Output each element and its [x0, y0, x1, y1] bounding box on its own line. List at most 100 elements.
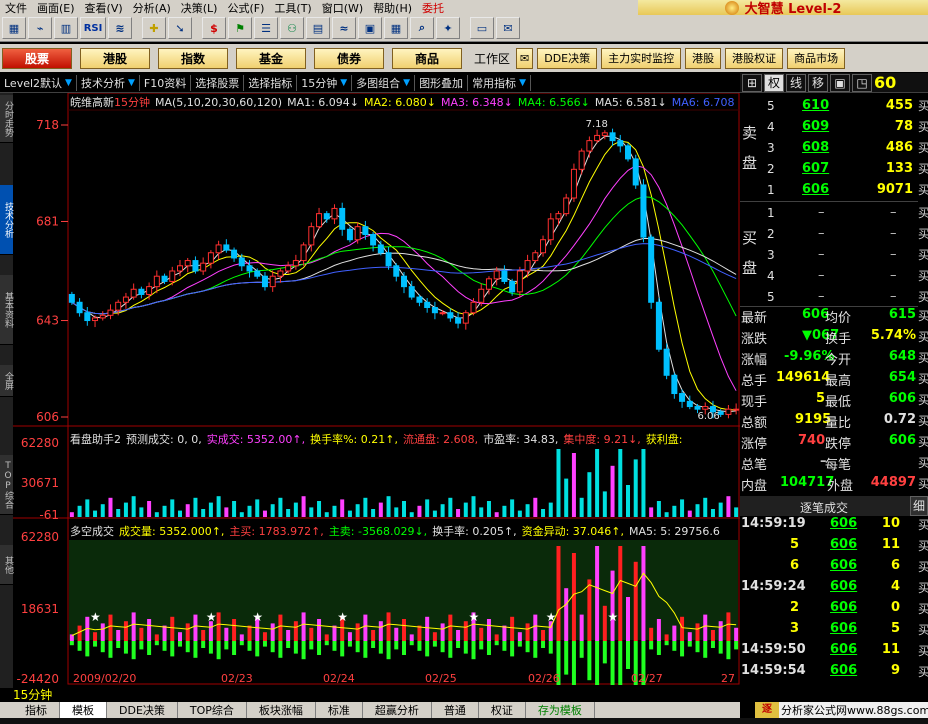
analysis-item-2[interactable]: F10资料	[140, 74, 192, 91]
chart-grid-icon[interactable]: ▦	[2, 17, 26, 39]
buy-edge-tab[interactable]: 买	[918, 516, 928, 533]
search-icon[interactable]: ⌕	[410, 17, 434, 39]
left-tab-2[interactable]: 基本资料	[0, 275, 13, 345]
market-button-3[interactable]: 基金	[236, 47, 306, 69]
menu-item-9[interactable]: 委托	[417, 0, 449, 16]
menu-item-6[interactable]: 工具(T)	[269, 0, 316, 16]
buy-edge-tab[interactable]: 买	[918, 204, 928, 221]
bottom-tab-9[interactable]: 存为模板	[526, 702, 595, 718]
bottom-tab-2[interactable]: DDE决策	[107, 702, 178, 718]
menu-item-3[interactable]: 分析(A)	[128, 0, 176, 16]
menu-item-2[interactable]: 查看(V)	[80, 0, 128, 16]
analysis-item-3[interactable]: 选择股票	[191, 74, 245, 91]
analysis-item-6[interactable]: 多图组合 ▼	[352, 74, 416, 91]
left-tab-1[interactable]: 技术分析	[0, 185, 13, 255]
workarea-menu-icon[interactable]: ✉	[516, 47, 534, 69]
message-icon[interactable]: ✉	[496, 17, 520, 39]
bottom-tab-1[interactable]: 模板	[60, 702, 107, 718]
menu-item-0[interactable]: 文件	[0, 0, 32, 16]
document-icon[interactable]: ▭	[470, 17, 494, 39]
bottom-tab-6[interactable]: 超赢分析	[363, 702, 432, 718]
period-indicator[interactable]: 15分钟	[13, 686, 73, 702]
buy-edge-tab[interactable]: 买	[918, 139, 928, 156]
buy-edge-tab[interactable]: 买	[918, 412, 928, 429]
close-panel-icon[interactable]: ◳	[852, 73, 872, 92]
buy-edge-tab[interactable]: 买	[918, 454, 928, 471]
minute-chart-icon[interactable]: ⌁	[28, 17, 52, 39]
analysis-item-8[interactable]: 常用指标 ▼	[468, 74, 531, 91]
list-icon[interactable]: ☰	[254, 17, 278, 39]
wave-icon[interactable]: ≈	[332, 17, 356, 39]
bid-price[interactable]: –	[818, 226, 825, 241]
bid-price[interactable]: –	[818, 205, 825, 220]
market-button-1[interactable]: 港股	[80, 47, 150, 69]
buy-edge-tab[interactable]: 买	[918, 663, 928, 680]
menu-item-8[interactable]: 帮助(H)	[368, 0, 417, 16]
market-button-5[interactable]: 商品	[392, 47, 462, 69]
chart-icon[interactable]: ▤	[306, 17, 330, 39]
quick-button-0[interactable]: DDE决策	[537, 47, 598, 69]
bid-price[interactable]: –	[818, 268, 825, 283]
binoculars-icon[interactable]: ⚇	[280, 17, 304, 39]
buy-edge-tab[interactable]: 买	[918, 267, 928, 284]
crosshair-icon[interactable]: ✚	[142, 17, 166, 39]
buy-edge-tab[interactable]: 买	[918, 391, 928, 408]
bottom-tab-8[interactable]: 权证	[479, 702, 526, 718]
quick-button-2[interactable]: 港股	[685, 47, 722, 69]
buy-edge-tab[interactable]: 买	[918, 475, 928, 492]
bottom-tab-7[interactable]: 普通	[432, 702, 479, 718]
analysis-item-4[interactable]: 选择指标	[244, 74, 298, 91]
tick-detail-button[interactable]: 细	[910, 496, 928, 516]
bid-price[interactable]: –	[818, 247, 825, 262]
quick-button-3[interactable]: 港股权证	[725, 47, 784, 69]
analysis-item-0[interactable]: Level2默认 ▼	[0, 74, 77, 91]
rsi-button[interactable]: RSI	[80, 17, 106, 39]
market-button-2[interactable]: 指数	[158, 47, 228, 69]
bar-chart-icon[interactable]: ▥	[54, 17, 78, 39]
buy-edge-tab[interactable]: 买	[918, 537, 928, 554]
table-icon[interactable]: ▦	[384, 17, 408, 39]
left-tab-0[interactable]: 分时走势	[0, 95, 13, 143]
quote-tab-line[interactable]: 线	[786, 73, 806, 92]
bottom-tab-4[interactable]: 板块涨幅	[247, 702, 316, 718]
buy-edge-tab[interactable]: 买	[918, 579, 928, 596]
kline-chart[interactable]: 皖维高新15分钟 MA(5,10,20,30,60,120) MA1: 6.094↓…	[13, 93, 740, 685]
market-button-0[interactable]: 股票	[2, 47, 72, 69]
menu-item-7[interactable]: 窗口(W)	[317, 0, 368, 16]
indicator-icon[interactable]: ≋	[108, 17, 132, 39]
buy-edge-tab[interactable]: 买	[918, 181, 928, 198]
left-tab-5[interactable]: 其他	[0, 545, 13, 585]
flag-icon[interactable]: ⚑	[228, 17, 252, 39]
cursor-icon[interactable]: ➘	[168, 17, 192, 39]
workarea-label[interactable]: 工作区	[474, 50, 510, 67]
buy-edge-tab[interactable]: 买	[918, 160, 928, 177]
ask-price[interactable]: 607	[802, 161, 829, 176]
analysis-item-5[interactable]: 15分钟 ▼	[297, 74, 353, 91]
window-icon[interactable]: ▣	[830, 73, 850, 92]
dollar-icon[interactable]: $	[202, 17, 226, 39]
analysis-item-1[interactable]: 技术分析 ▼	[77, 74, 140, 91]
settings-icon[interactable]: ✦	[436, 17, 460, 39]
ask-price[interactable]: 606	[802, 182, 829, 197]
buy-edge-tab[interactable]: 买	[918, 288, 928, 305]
bottom-tab-3[interactable]: TOP综合	[178, 702, 247, 718]
buy-edge-tab[interactable]: 买	[918, 349, 928, 366]
menu-item-1[interactable]: 画面(E)	[32, 0, 80, 16]
buy-edge-tab[interactable]: 买	[918, 118, 928, 135]
market-button-4[interactable]: 债券	[314, 47, 384, 69]
quote-tab-move[interactable]: 移	[808, 73, 828, 92]
buy-edge-tab[interactable]: 买	[918, 307, 928, 324]
menu-item-4[interactable]: 决策(L)	[176, 0, 223, 16]
bottom-tab-5[interactable]: 标准	[316, 702, 363, 718]
bottom-tab-0[interactable]: 指标	[13, 702, 60, 718]
buy-edge-tab[interactable]: 买	[918, 246, 928, 263]
buy-edge-tab[interactable]: 买	[918, 642, 928, 659]
ask-price[interactable]: 608	[802, 140, 829, 155]
buy-edge-tab[interactable]: 买	[918, 433, 928, 450]
buy-edge-tab[interactable]: 买	[918, 621, 928, 638]
quick-button-1[interactable]: 主力实时监控	[601, 47, 682, 69]
buy-edge-tab[interactable]: 买	[918, 370, 928, 387]
bid-price[interactable]: –	[818, 289, 825, 304]
buy-edge-tab[interactable]: 买	[918, 225, 928, 242]
buy-edge-tab[interactable]: 买	[918, 328, 928, 345]
